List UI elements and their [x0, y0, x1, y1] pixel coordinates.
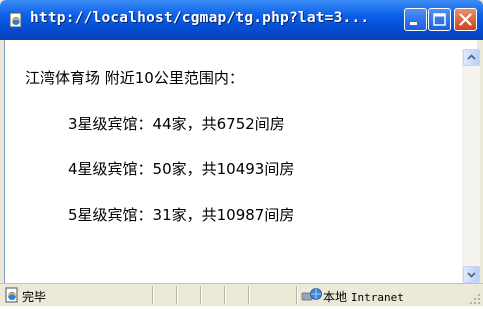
minimize-icon	[410, 22, 417, 25]
zone-label-cn: 本地	[323, 290, 348, 304]
status-divider	[248, 286, 250, 304]
ie-page-icon	[4, 287, 20, 303]
chevron-down-icon	[467, 272, 476, 278]
status-divider	[200, 286, 202, 304]
maximize-button[interactable]	[428, 8, 451, 31]
ie-page-icon	[8, 12, 24, 28]
zone-label-en: Intranet	[350, 291, 404, 304]
browser-window: http://localhost/cgmap/tg.php?lat=3... 江…	[0, 0, 483, 306]
scroll-up-button[interactable]	[463, 49, 480, 66]
status-divider	[176, 286, 178, 304]
status-divider	[152, 286, 154, 304]
close-button[interactable]	[454, 8, 477, 31]
status-divider	[224, 286, 226, 304]
intranet-globe-icon	[301, 287, 323, 303]
window-title: http://localhost/cgmap/tg.php?lat=3...	[30, 10, 370, 26]
resize-grip-icon[interactable]	[468, 290, 481, 304]
chevron-up-icon	[467, 54, 476, 60]
maximize-icon	[433, 13, 446, 26]
hotel-stat-line: 5星级宾馆：31家，共10987间房	[68, 206, 295, 224]
hotel-stat-line: 4星级宾馆：50家，共10493间房	[68, 160, 295, 178]
status-divider	[296, 286, 298, 304]
close-icon	[459, 13, 472, 26]
hotel-stat-line: 3星级宾馆：44家，共6752间房	[68, 115, 285, 133]
scroll-down-button[interactable]	[463, 266, 480, 283]
title-bar[interactable]: http://localhost/cgmap/tg.php?lat=3...	[0, 0, 483, 40]
status-text: 完毕	[22, 290, 47, 304]
vertical-scrollbar[interactable]	[462, 49, 480, 283]
page-heading: 江湾体育场 附近10公里范围内：	[25, 69, 244, 87]
minimize-button[interactable]	[404, 8, 427, 31]
security-zone: 本地 Intranet	[323, 288, 404, 305]
status-bar: 完毕 本地 Intranet	[0, 283, 483, 306]
